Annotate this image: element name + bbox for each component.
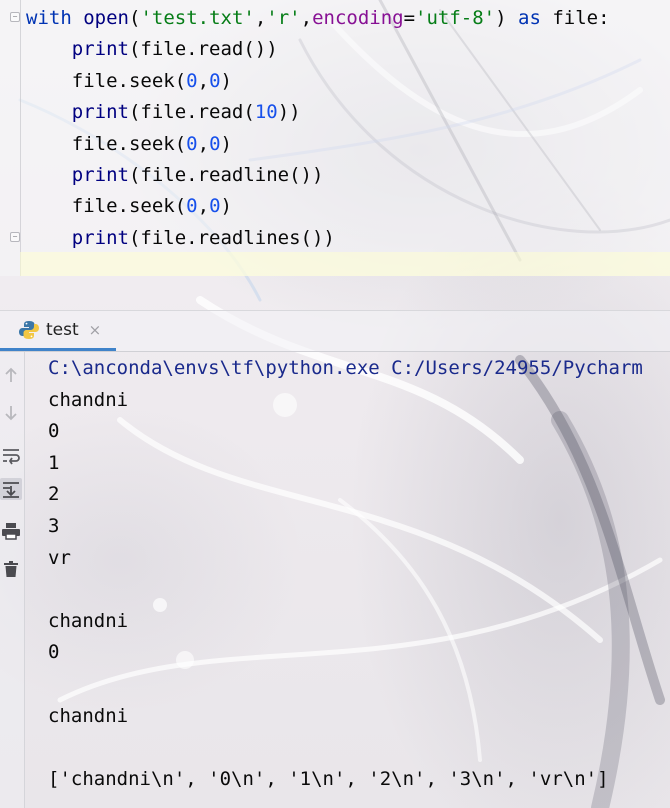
console-output-line: chandni: [48, 609, 129, 632]
code-token: )): [277, 101, 301, 124]
run-tool-window-tabs: test ×: [0, 311, 670, 352]
code-token: (file.read()): [128, 38, 278, 61]
scroll-to-end-icon[interactable]: [0, 478, 22, 500]
code-line[interactable]: file.seek(0,0): [26, 194, 232, 218]
code-token: ,: [254, 7, 267, 29]
code-token: file.seek(: [26, 195, 187, 218]
rerun-up-icon[interactable]: [0, 364, 22, 386]
console-output-line: chandni: [48, 704, 129, 727]
code-token: file.seek(: [26, 132, 187, 155]
python-icon: [19, 320, 39, 339]
code-token: ): [220, 132, 232, 155]
code-line[interactable]: print(file.read(10)): [26, 100, 301, 124]
console-output-line: 1: [48, 451, 60, 474]
console-output-line: 0: [48, 420, 60, 443]
code-token: file.seek(: [26, 69, 187, 92]
code-token: with: [26, 7, 72, 29]
code-token: print: [71, 38, 129, 61]
code-token: file:: [540, 7, 610, 29]
code-token: open: [83, 7, 129, 29]
code-token: ,: [197, 195, 210, 218]
console-output-line: vr: [48, 546, 71, 569]
code-token: ,: [300, 7, 313, 29]
print-icon[interactable]: [0, 520, 22, 542]
trash-icon[interactable]: [0, 558, 22, 580]
soft-wrap-icon[interactable]: [0, 444, 22, 466]
code-token: =: [403, 7, 416, 29]
close-icon[interactable]: ×: [89, 321, 102, 339]
code-token: as: [518, 7, 541, 29]
scroll-down-icon[interactable]: [0, 402, 22, 424]
code-token: 0: [209, 132, 221, 155]
current-line-highlight: [20, 252, 670, 276]
code-token: 0: [209, 69, 221, 92]
code-line[interactable]: print(file.readlines()): [26, 226, 335, 250]
code-token: (: [128, 7, 141, 29]
code-token: ,: [197, 132, 210, 155]
code-token: (file.readline()): [128, 164, 324, 186]
code-line[interactable]: print(file.readline()): [26, 163, 324, 187]
code-token: print: [71, 101, 129, 124]
fold-marker-icon[interactable]: −: [10, 12, 20, 22]
code-token: encoding: [312, 7, 404, 29]
code-token: 'utf-8': [415, 7, 496, 29]
code-token: ,: [197, 69, 210, 92]
code-line[interactable]: file.seek(0,0): [26, 132, 232, 156]
code-line[interactable]: print(file.read()): [26, 37, 278, 61]
console-output-line: 0: [48, 641, 60, 664]
code-token: 'r': [266, 7, 301, 29]
code-token: 0: [209, 195, 221, 218]
code-token: ): [220, 69, 232, 92]
console-output-line: chandni: [48, 388, 129, 411]
code-token: (file.read(: [128, 101, 255, 124]
code-token: 10: [254, 101, 278, 124]
code-token: print: [71, 226, 129, 249]
console-command-line: C:\anconda\envs\tf\python.exe C:/Users/2…: [48, 357, 643, 379]
code-line[interactable]: file.seek(0,0): [26, 69, 232, 93]
console-output-line: 2: [48, 483, 60, 506]
code-token: 'test.txt': [140, 7, 255, 29]
code-token: ): [220, 195, 232, 218]
code-token: 0: [186, 195, 198, 218]
console-output-line: 3: [48, 515, 60, 537]
code-token: 0: [186, 69, 198, 92]
code-line[interactable]: with open('test.txt','r',encoding='utf-8…: [26, 6, 610, 30]
code-token: print: [71, 164, 129, 186]
run-tab-test[interactable]: test ×: [0, 311, 116, 351]
code-token: (file.readlines()): [128, 226, 335, 249]
code-token: 0: [186, 132, 198, 155]
code-token: ): [495, 7, 518, 29]
run-tab-label: test: [46, 319, 79, 340]
run-side-toolbar: [0, 352, 25, 808]
fold-end-icon[interactable]: −: [10, 232, 20, 242]
console-output-line: ['chandni\n', '0\n', '1\n', '2\n', '3\n'…: [48, 767, 609, 790]
code-editor[interactable]: − − with open('test.txt','r',encoding='u…: [0, 0, 670, 276]
